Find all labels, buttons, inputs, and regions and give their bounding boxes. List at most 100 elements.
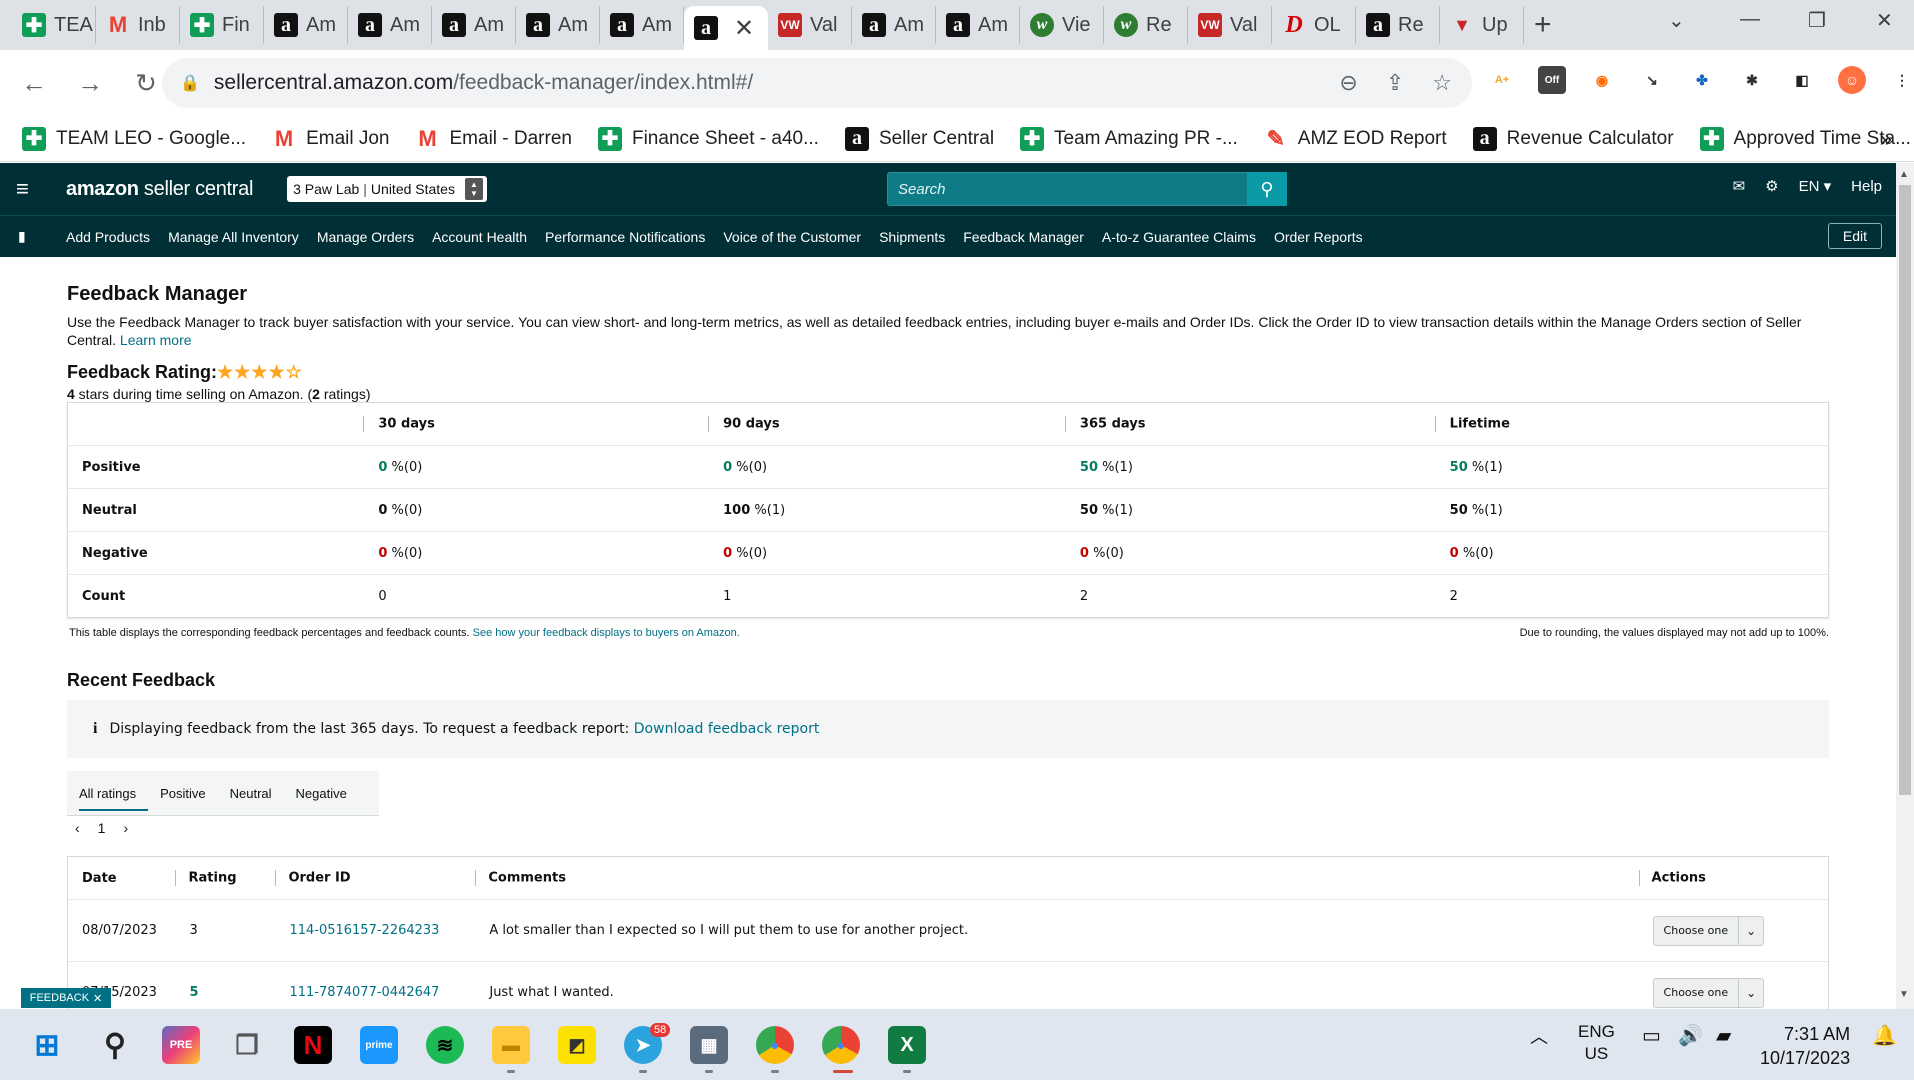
bookmark-item[interactable]: ✚ Team Amazing PR -...: [1020, 126, 1238, 151]
nav-link[interactable]: Manage Orders: [317, 229, 414, 245]
bookmark-item[interactable]: ✚ Finance Sheet - a40...: [597, 126, 819, 151]
gear-icon[interactable]: ⚙: [1765, 177, 1778, 195]
bookmark-icon[interactable]: ▮: [18, 228, 48, 245]
chrome-menu-icon[interactable]: ⋮: [1888, 66, 1914, 94]
chevron-down-icon[interactable]: ⌄: [1738, 915, 1763, 946]
tab-search-icon[interactable]: ⌄: [1668, 8, 1685, 33]
nav-link[interactable]: Order Reports: [1274, 229, 1363, 245]
browser-tab[interactable]: a Re: [1356, 6, 1440, 44]
extension-lifebuoy-icon[interactable]: ✤: [1688, 66, 1716, 94]
browser-tab[interactable]: a Am: [432, 6, 516, 44]
chrome-profile-icon[interactable]: ●: [822, 1026, 860, 1064]
feedback-tab[interactable]: FEEDBACK ✕: [21, 988, 111, 1008]
rating-tab[interactable]: Negative: [284, 771, 359, 815]
search-icon[interactable]: ⚲: [96, 1026, 134, 1064]
order-id-link[interactable]: 114-0516157-2264233: [275, 899, 476, 962]
download-feedback-report-link[interactable]: Download feedback report: [634, 721, 820, 737]
browser-tab[interactable]: a Am: [852, 6, 936, 44]
notification-bell-icon[interactable]: 🔔: [1872, 1023, 1897, 1048]
restore-icon[interactable]: ❐: [1808, 8, 1826, 33]
page-scrollbar[interactable]: ▲ ▼: [1896, 163, 1914, 1009]
nav-link[interactable]: A-to-z Guarantee Claims: [1102, 229, 1256, 245]
next-page-icon[interactable]: ›: [123, 820, 128, 836]
bookmark-item[interactable]: ✚ TEAM LEO - Google...: [22, 126, 246, 151]
feedback-display-link[interactable]: See how your feedback displays to buyers…: [473, 627, 740, 639]
language-selector[interactable]: EN ▾: [1799, 177, 1832, 195]
bookmark-item[interactable]: M Email Jon: [272, 126, 390, 151]
calculator-icon[interactable]: ▦: [690, 1026, 728, 1064]
new-tab-icon[interactable]: +: [1534, 8, 1552, 42]
order-id-link-text[interactable]: 111-7874077-0442647: [289, 985, 439, 1000]
zoom-icon[interactable]: ⊖: [1339, 70, 1357, 96]
task-view-icon[interactable]: ❐: [228, 1026, 266, 1064]
show-hidden-icons-icon[interactable]: ︿: [1530, 1023, 1548, 1049]
volume-icon[interactable]: 🔊: [1678, 1023, 1703, 1048]
profile-avatar-icon[interactable]: ☺: [1838, 66, 1866, 94]
bookmark-item[interactable]: a Seller Central: [844, 126, 994, 151]
mail-icon[interactable]: ✉: [1733, 177, 1746, 195]
bookmark-star-icon[interactable]: ☆: [1432, 70, 1452, 96]
scroll-down-icon[interactable]: ▼: [1899, 989, 1909, 1000]
browser-tab[interactable]: VW Val: [768, 6, 852, 44]
learn-more-link[interactable]: Learn more: [120, 332, 192, 348]
help-link[interactable]: Help: [1851, 178, 1882, 195]
nav-link[interactable]: Account Health: [432, 229, 527, 245]
battery-icon[interactable]: ▰: [1716, 1023, 1731, 1048]
nav-link[interactable]: Feedback Manager: [963, 229, 1084, 245]
browser-tab[interactable]: M Inb: [96, 6, 180, 44]
network-icon[interactable]: ▭: [1642, 1023, 1661, 1048]
rating-tab[interactable]: Neutral: [218, 771, 284, 815]
windows-start-icon[interactable]: ⊞: [28, 1026, 66, 1064]
nav-link[interactable]: Add Products: [66, 229, 150, 245]
close-tab-icon[interactable]: ✕: [734, 14, 754, 43]
browser-tab[interactable]: a Am: [516, 6, 600, 44]
language-indicator[interactable]: ENG US: [1578, 1021, 1615, 1065]
seller-central-logo[interactable]: amazon seller central: [66, 178, 253, 201]
hamburger-menu-icon[interactable]: ≡: [16, 176, 46, 202]
prime-video-icon[interactable]: prime: [360, 1026, 398, 1064]
minimize-icon[interactable]: —: [1740, 8, 1760, 31]
browser-tab[interactable]: w Re: [1104, 6, 1188, 44]
rating-tab[interactable]: Positive: [148, 771, 218, 815]
scroll-up-icon[interactable]: ▲: [1899, 169, 1909, 180]
extensions-puzzle-icon[interactable]: ✱: [1738, 66, 1766, 94]
nav-link[interactable]: Voice of the Customer: [723, 229, 861, 245]
file-explorer-icon[interactable]: ▬: [492, 1026, 530, 1064]
browser-tab[interactable]: D OL: [1272, 6, 1356, 44]
more-bookmarks-icon[interactable]: »: [1880, 126, 1892, 152]
extension-off-icon[interactable]: Off: [1538, 66, 1566, 94]
order-id-link-text[interactable]: 114-0516157-2264233: [289, 923, 439, 938]
browser-tab[interactable]: a Am: [936, 6, 1020, 44]
nav-link[interactable]: Performance Notifications: [545, 229, 705, 245]
browser-tab[interactable]: w Vie: [1020, 6, 1104, 44]
nav-link[interactable]: Shipments: [879, 229, 945, 245]
prev-page-icon[interactable]: ‹: [75, 820, 80, 836]
close-icon[interactable]: ✕: [93, 992, 102, 1005]
scroll-thumb[interactable]: [1899, 185, 1911, 795]
action-dropdown[interactable]: Choose one ⌄: [1652, 915, 1765, 946]
browser-tab[interactable]: a Am: [348, 6, 432, 44]
spotify-icon[interactable]: ≋: [426, 1026, 464, 1064]
browser-tab[interactable]: ✚ TEA: [12, 6, 96, 44]
excel-icon[interactable]: X: [888, 1026, 926, 1064]
netflix-icon[interactable]: N: [294, 1026, 332, 1064]
browser-tab[interactable]: VW Val: [1188, 6, 1272, 44]
browser-tab[interactable]: a Am: [600, 6, 684, 44]
search-icon[interactable]: ⚲: [1247, 172, 1287, 206]
nav-link[interactable]: Manage All Inventory: [168, 229, 299, 245]
close-window-icon[interactable]: ✕: [1876, 8, 1893, 33]
omnibox[interactable]: 🔒 sellercentral.amazon.com/feedback-mana…: [162, 58, 1472, 108]
search-input[interactable]: Search: [887, 172, 1287, 206]
forward-icon[interactable]: →: [68, 68, 112, 99]
browser-tab[interactable]: ✚ Fin: [180, 6, 264, 44]
chevron-down-icon[interactable]: ⌄: [1738, 977, 1763, 1008]
store-selector[interactable]: 3 Paw Lab | United States ▲ ▼: [287, 176, 487, 202]
action-dropdown[interactable]: Choose one ⌄: [1652, 977, 1765, 1008]
bookmark-item[interactable]: M Email - Darren: [416, 126, 572, 151]
browser-tab-active[interactable]: a ✕: [684, 6, 768, 50]
extension-scout-icon[interactable]: A+: [1488, 66, 1516, 94]
bookmark-item[interactable]: ✎ AMZ EOD Report: [1264, 126, 1447, 151]
edit-nav-button[interactable]: Edit: [1827, 223, 1882, 249]
system-clock[interactable]: 7:31 AM 10/17/2023: [1760, 1022, 1850, 1070]
browser-tab[interactable]: ▼ Up: [1440, 6, 1524, 44]
